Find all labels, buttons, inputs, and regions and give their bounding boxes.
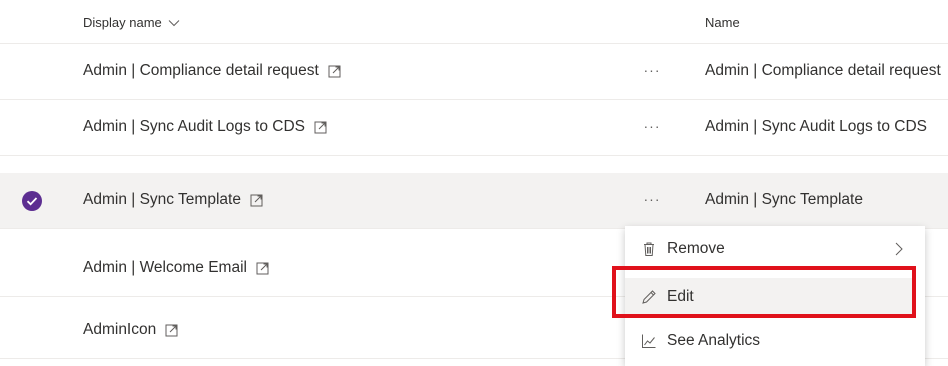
menu-item-edit-label: Edit	[667, 288, 694, 305]
name-cell: Admin | Compliance detail request	[705, 62, 941, 79]
context-menu: Remove Edit See Analytics	[625, 226, 925, 366]
column-header-display-name[interactable]: Display name	[83, 15, 180, 30]
display-name-link[interactable]: AdminIcon	[83, 321, 156, 339]
display-name-link[interactable]: Admin | Welcome Email	[83, 259, 247, 277]
open-in-new-window-icon[interactable]	[250, 194, 263, 207]
name-cell: Admin | Sync Template	[705, 191, 863, 208]
column-header-display-name-label: Display name	[83, 15, 162, 30]
display-name-cell[interactable]: Admin | Compliance detail request	[83, 62, 341, 80]
open-in-new-window-icon[interactable]	[328, 65, 341, 78]
menu-item-remove-label: Remove	[667, 240, 725, 257]
row-selected-check-icon[interactable]	[22, 191, 42, 211]
open-in-new-window-icon[interactable]	[165, 324, 178, 337]
table-row[interactable]: Admin | Compliance detail request ··· Ad…	[0, 44, 948, 100]
display-name-cell[interactable]: Admin | Welcome Email	[83, 259, 269, 277]
list-header: Display name Name	[0, 0, 948, 44]
display-name-link[interactable]: Admin | Sync Template	[83, 191, 241, 209]
table-row[interactable]: Admin | Sync Template ··· Admin | Sync T…	[0, 173, 948, 229]
checkmark-icon	[26, 197, 38, 206]
display-name-cell[interactable]: AdminIcon	[83, 321, 178, 339]
menu-item-edit[interactable]: Edit	[625, 278, 915, 316]
open-in-new-window-icon[interactable]	[314, 121, 327, 134]
display-name-link[interactable]: Admin | Sync Audit Logs to CDS	[83, 118, 305, 136]
menu-item-see-analytics[interactable]: See Analytics	[625, 322, 915, 360]
more-options-button[interactable]: ···	[640, 58, 664, 82]
pencil-icon	[642, 290, 656, 304]
display-name-cell[interactable]: Admin | Sync Audit Logs to CDS	[83, 118, 327, 136]
column-header-name[interactable]: Name	[705, 15, 740, 30]
chevron-down-icon	[168, 19, 180, 26]
chevron-right-icon	[895, 242, 903, 256]
display-name-cell[interactable]: Admin | Sync Template	[83, 191, 263, 209]
open-in-new-window-icon[interactable]	[256, 262, 269, 275]
trash-icon	[644, 242, 654, 256]
more-options-button[interactable]: ···	[640, 187, 664, 211]
name-cell: Admin | Sync Audit Logs to CDS	[705, 118, 927, 135]
more-options-button[interactable]: ···	[640, 114, 664, 138]
display-name-link[interactable]: Admin | Compliance detail request	[83, 62, 319, 80]
menu-item-remove[interactable]: Remove	[625, 230, 915, 268]
table-row[interactable]: Admin | Sync Audit Logs to CDS ··· Admin…	[0, 100, 948, 156]
menu-item-see-analytics-label: See Analytics	[667, 332, 761, 349]
analytics-icon	[642, 334, 656, 348]
